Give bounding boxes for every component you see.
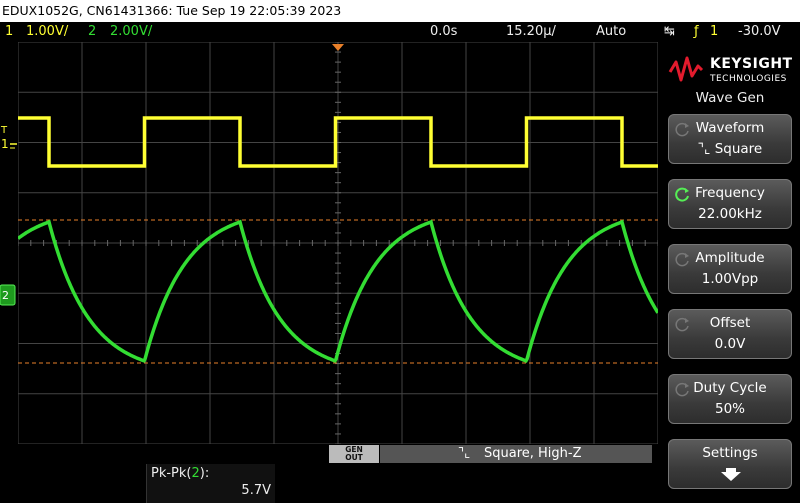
- ch1-marker[interactable]: T 1: [0, 120, 18, 160]
- svg-text:1: 1: [1, 137, 9, 151]
- square-wave-icon: ⌝⌞: [697, 141, 711, 157]
- trigger-channel-icon: ƒ: [694, 24, 699, 39]
- measurement-label: Pk-Pk(2):: [151, 466, 210, 481]
- submenu-arrow-down-icon: [721, 468, 741, 481]
- measurement-value: 5.7V: [241, 483, 271, 498]
- trigger-channel[interactable]: 1: [710, 22, 718, 42]
- amplitude-softkey[interactable]: Amplitude 1.00Vpp: [668, 244, 792, 294]
- svg-text:2: 2: [2, 289, 9, 302]
- time-scale[interactable]: 15.20µ/: [506, 22, 556, 42]
- offset-softkey[interactable]: Offset 0.0V: [668, 309, 792, 359]
- time-offset[interactable]: 0.0s: [430, 22, 457, 42]
- wavegen-status-bar[interactable]: ⌝⌞ Square, High-Z: [380, 445, 652, 463]
- wavegen-info: Square, High-Z: [484, 446, 582, 461]
- softkey-panel: KEYSIGHT TECHNOLOGIES Wave Gen Waveform …: [660, 42, 800, 503]
- status-bar: 1 1.00V/ 2 2.00V/ 0.0s 15.20µ/ Auto ↹ ƒ …: [0, 22, 800, 42]
- square-wave-icon: ⌝⌞: [458, 446, 471, 461]
- ch1-number[interactable]: 1: [5, 22, 13, 42]
- ch2-scale[interactable]: 2.00V/: [110, 22, 152, 42]
- trigger-level[interactable]: -30.0V: [738, 22, 781, 42]
- duty-cycle-softkey[interactable]: Duty Cycle 50%: [668, 374, 792, 424]
- ch1-scale[interactable]: 1.00V/: [26, 22, 68, 42]
- measurement-area: Pk-Pk(2): 5.7V: [0, 464, 660, 503]
- keysight-wave-icon: [668, 56, 704, 82]
- scope-display[interactable]: [18, 42, 658, 444]
- ch2-number[interactable]: 2: [88, 22, 96, 42]
- gen-out-badge: GEN OUT: [329, 445, 379, 463]
- trigger-edge-icon: ↹: [664, 24, 675, 39]
- keysight-logo: KEYSIGHT TECHNOLOGIES: [668, 50, 798, 86]
- measurement-pkpk[interactable]: Pk-Pk(2): 5.7V: [146, 464, 275, 503]
- ch2-marker[interactable]: 2: [0, 284, 18, 306]
- frequency-softkey[interactable]: Frequency 22.00kHz: [668, 179, 792, 229]
- trigger-mode[interactable]: Auto: [596, 22, 626, 42]
- settings-softkey[interactable]: Settings: [668, 439, 792, 489]
- svg-text:T: T: [0, 125, 8, 136]
- menu-title: Wave Gen: [695, 90, 765, 106]
- waveform-softkey[interactable]: Waveform ⌝⌞ Square: [668, 114, 792, 164]
- title-bar: EDUX1052G, CN61431366: Tue Sep 19 22:05:…: [0, 0, 800, 22]
